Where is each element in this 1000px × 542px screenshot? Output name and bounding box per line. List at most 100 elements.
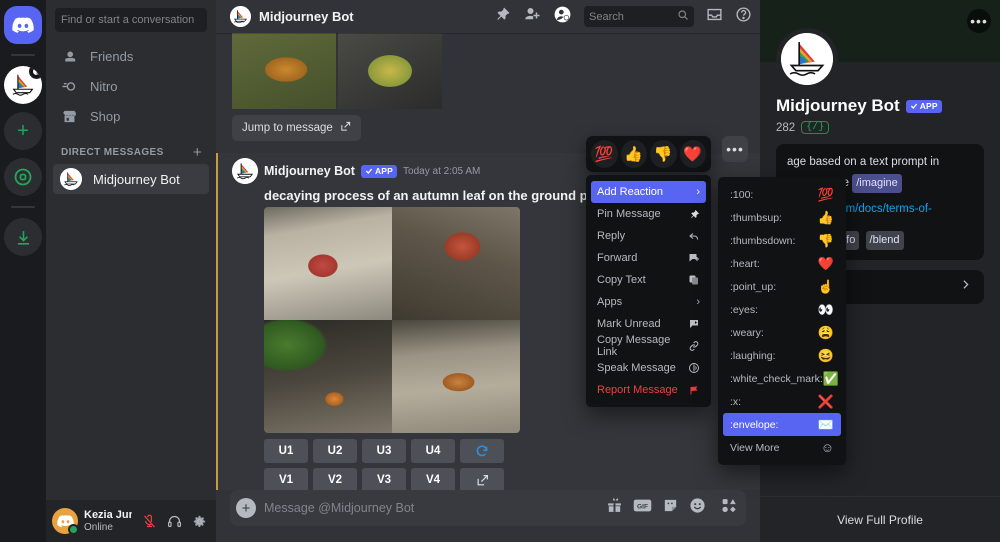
deafen-button[interactable]: [163, 510, 185, 532]
sidebar-item-nitro[interactable]: Nitro: [53, 71, 209, 101]
user-info[interactable]: Kezia Jung... Online: [84, 509, 132, 533]
emoji-option-label: :heart:: [730, 258, 760, 270]
variation-button-v2[interactable]: V2: [313, 468, 357, 490]
emoji-option-envelope[interactable]: :envelope: ✉️: [723, 413, 841, 436]
menu-item-copy-text[interactable]: Copy Text: [591, 269, 706, 291]
menu-item-forward[interactable]: Forward: [591, 247, 706, 269]
menu-item-label: Speak Message: [597, 362, 676, 374]
emoji-option-point-up[interactable]: :point_up: ☝️: [723, 275, 841, 298]
generated-image-1[interactable]: [264, 207, 392, 320]
add-reaction-submenu: :100: 💯 :thumbsup: 👍 :thumbsdown: 👎 :hea…: [718, 177, 846, 465]
variation-button-v4[interactable]: V4: [411, 468, 455, 490]
upload-attachment-button[interactable]: +: [236, 498, 256, 518]
variation-button-v1[interactable]: V1: [264, 468, 308, 490]
more-actions-button[interactable]: •••: [722, 136, 748, 162]
search-input[interactable]: Search: [584, 6, 694, 27]
emoji-option-weary[interactable]: :weary: 😩: [723, 321, 841, 344]
eyes-emoji: 👀: [818, 303, 834, 316]
search-icon: [677, 9, 689, 24]
hundred-emoji[interactable]: 💯: [591, 140, 618, 168]
smiley-icon: ☺: [821, 441, 834, 454]
menu-item-add-reaction[interactable]: Add Reaction ›: [591, 181, 706, 203]
rail-item-home[interactable]: [4, 6, 42, 44]
thumbsup-emoji[interactable]: 👍: [621, 140, 648, 168]
header-icons: Search: [494, 5, 752, 29]
create-dm-button[interactable]: +: [193, 145, 202, 160]
profile-more-options-button[interactable]: •••: [967, 9, 991, 33]
gift-icon[interactable]: [606, 497, 623, 519]
chevron-right-icon: [959, 278, 972, 296]
emoji-option-heart[interactable]: :heart: ❤️: [723, 252, 841, 275]
generated-image-2[interactable]: [392, 207, 520, 320]
menu-item-mark-unread[interactable]: Mark Unread: [591, 313, 706, 335]
x-emoji: ❌: [818, 395, 834, 408]
emoji-option-100[interactable]: :100: 💯: [723, 183, 841, 206]
upscale-button-u4[interactable]: U4: [411, 439, 455, 463]
menu-item-pin-message[interactable]: Pin Message: [591, 203, 706, 225]
add-friend-icon[interactable]: [523, 5, 541, 28]
mute-button[interactable]: [138, 510, 160, 532]
apps-icon[interactable]: [720, 497, 738, 519]
pin-icon[interactable]: [494, 6, 511, 28]
menu-item-speak-message[interactable]: Speak Message: [591, 357, 706, 379]
thumbsdown-emoji[interactable]: 👎: [650, 140, 677, 168]
profile-name-row: Midjourney Bot APP: [776, 96, 984, 116]
emoji-option-eyes[interactable]: :eyes: 👀: [723, 298, 841, 321]
message-input[interactable]: Message @Midjourney Bot: [264, 501, 598, 515]
avatar[interactable]: [232, 158, 258, 184]
emoji-option-x[interactable]: :x: ❌: [723, 390, 841, 413]
menu-item-copy-message-link[interactable]: Copy Message Link: [591, 335, 706, 357]
settings-button[interactable]: [188, 510, 210, 532]
open-in-web-button[interactable]: [460, 468, 504, 490]
thumbsdown-emoji: 👎: [818, 234, 834, 247]
chevron-right-icon: ›: [696, 296, 700, 308]
menu-item-label: Mark Unread: [597, 318, 661, 330]
upscale-button-u2[interactable]: U2: [313, 439, 357, 463]
hundred-emoji: 💯: [818, 188, 834, 201]
user-avatar-wrapper[interactable]: [52, 508, 78, 534]
sidebar-item-friends[interactable]: Friends: [53, 41, 209, 71]
rail-item-midjourney-server[interactable]: [4, 66, 42, 104]
command-chip[interactable]: /blend: [866, 231, 904, 250]
generated-image-4[interactable]: [392, 320, 520, 433]
imagine-command-chip[interactable]: /imagine: [852, 174, 902, 193]
emoji-option-label: :laughing:: [730, 350, 776, 362]
image-grid[interactable]: [264, 207, 520, 433]
sidebar-item-shop[interactable]: Shop: [53, 101, 209, 131]
reroll-button[interactable]: [460, 439, 504, 463]
message-composer[interactable]: + Message @Midjourney Bot GIF: [230, 490, 746, 526]
gif-icon[interactable]: GIF: [633, 498, 652, 518]
midjourney-buttons: U1 U2 U3 U4 V1 V2 V3 V4: [232, 433, 760, 490]
menu-item-reply[interactable]: Reply: [591, 225, 706, 247]
heart-emoji[interactable]: ❤️: [680, 140, 707, 168]
emoji-option-view-more[interactable]: View More ☺: [723, 436, 841, 459]
thumbsup-emoji: 👍: [818, 211, 834, 224]
emoji-option-white-check-mark[interactable]: :white_check_mark: ✅: [723, 367, 841, 390]
upscale-button-u1[interactable]: U1: [264, 439, 308, 463]
rail-item-download-apps[interactable]: [4, 218, 42, 256]
rail-item-add-server[interactable]: +: [4, 112, 42, 150]
emoji-option-thumbsdown[interactable]: :thumbsdown: 👎: [723, 229, 841, 252]
emoji-option-thumbsup[interactable]: :thumbsup: 👍: [723, 206, 841, 229]
help-icon[interactable]: [735, 6, 752, 28]
emoji-option-laughing[interactable]: :laughing: 😆: [723, 344, 841, 367]
external-link-icon: [340, 121, 351, 135]
sticker-icon[interactable]: [662, 497, 679, 519]
menu-item-report-message[interactable]: Report Message: [591, 379, 706, 401]
variation-button-v3[interactable]: V3: [362, 468, 406, 490]
jump-to-message-button[interactable]: Jump to message: [232, 115, 361, 141]
generated-image-3[interactable]: [264, 320, 392, 433]
emoji-icon[interactable]: [689, 497, 706, 519]
avatar: [230, 6, 251, 27]
menu-item-apps[interactable]: Apps ›: [591, 291, 706, 313]
find-conversation-input[interactable]: [55, 8, 207, 32]
message-author[interactable]: Midjourney Bot: [264, 164, 355, 178]
message-thumbnail[interactable]: [338, 33, 442, 109]
rail-item-explore[interactable]: [4, 158, 42, 196]
message-thumbnail[interactable]: [232, 33, 336, 109]
view-full-profile-button[interactable]: View Full Profile: [760, 496, 1000, 542]
sidebar-item-midjourney-bot[interactable]: Midjourney Bot: [53, 164, 209, 194]
member-list-icon[interactable]: [553, 5, 572, 29]
inbox-icon[interactable]: [706, 6, 723, 28]
upscale-button-u3[interactable]: U3: [362, 439, 406, 463]
